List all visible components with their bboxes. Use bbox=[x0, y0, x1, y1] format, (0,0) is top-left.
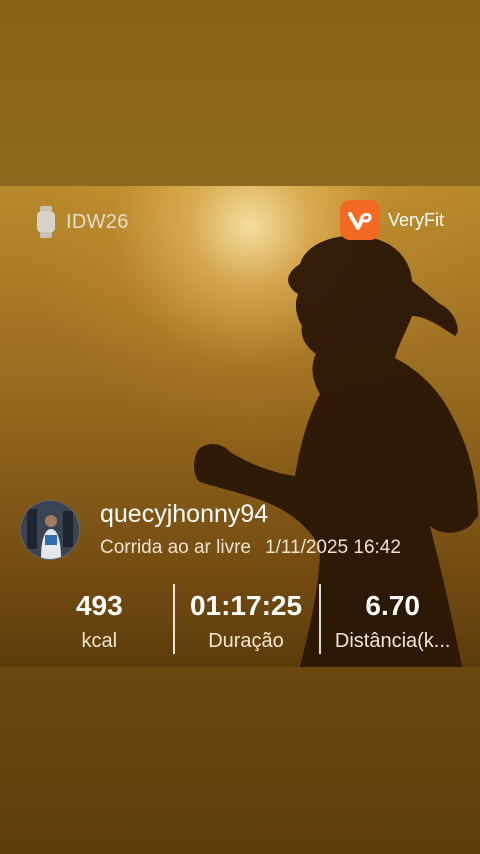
stat-label: Distância(k... bbox=[334, 630, 451, 652]
stat-label: Duração bbox=[208, 630, 284, 652]
user-info: quecyjhonny94 Corrida ao ar livre 1/11/20… bbox=[20, 500, 401, 560]
device-name: IDW26 bbox=[66, 210, 129, 233]
stat-value: 01:17:25 bbox=[189, 590, 303, 621]
activity-type: Corrida ao ar livre bbox=[100, 537, 251, 558]
brand: VeryFit bbox=[339, 200, 444, 240]
workout-share-card: IDW26 VeryFit quecyjhonny94 Corrida ao a… bbox=[0, 186, 480, 667]
brand-name: VeryFit bbox=[387, 209, 444, 230]
veryfit-logo-icon bbox=[339, 200, 380, 240]
stat-duration: 01:17:25 Duração bbox=[172, 584, 320, 656]
avatar bbox=[20, 500, 80, 560]
stat-distance: 6.70 Distância(k... bbox=[319, 584, 466, 656]
stat-label: kcal bbox=[81, 630, 118, 652]
workout-stats: 493 kcal 01:17:25 Duração 6.70 Distância… bbox=[26, 584, 466, 656]
device-info: IDW26 bbox=[36, 206, 129, 238]
stat-value: 493 bbox=[75, 590, 123, 621]
activity-line: Corrida ao ar livre 1/11/2025 16:42 bbox=[100, 537, 401, 559]
smartwatch-icon bbox=[37, 206, 55, 238]
stat-value: 6.70 bbox=[365, 590, 420, 621]
stat-calories: 493 kcal bbox=[26, 584, 173, 656]
username: quecyjhonny94 bbox=[100, 500, 269, 528]
activity-datetime: 1/11/2025 16:42 bbox=[265, 537, 401, 558]
